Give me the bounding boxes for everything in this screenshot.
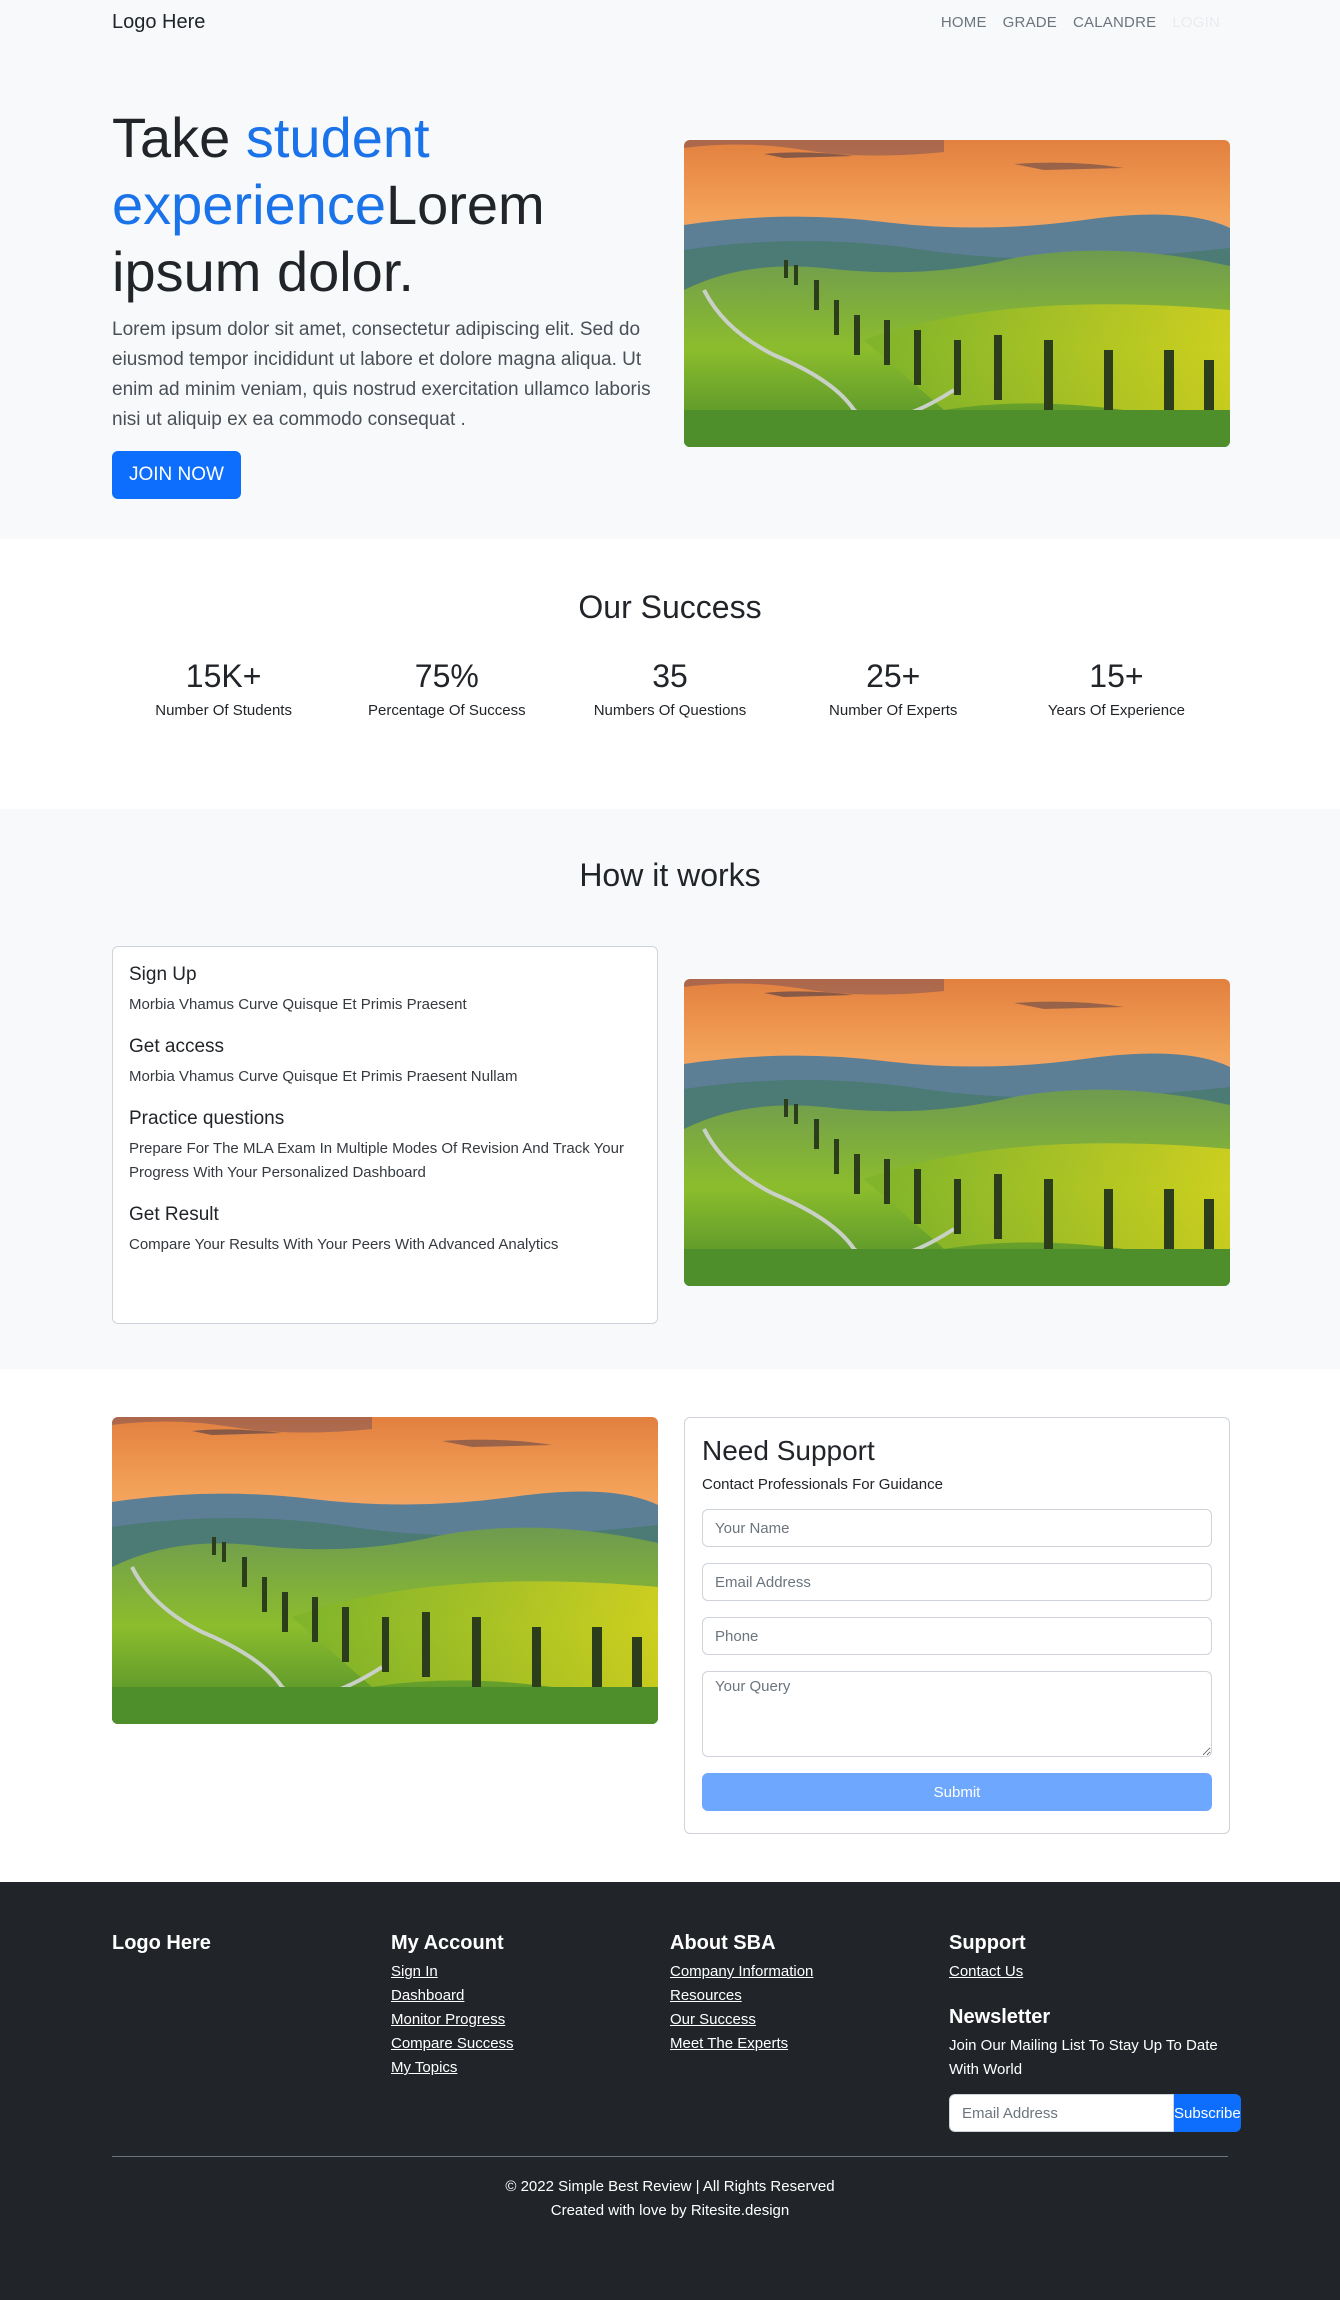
stat-value: 25+ bbox=[866, 658, 921, 694]
support-form: Need Support Contact Professionals For G… bbox=[684, 1417, 1230, 1834]
hero-text: Take student experienceLorem ipsum dolor… bbox=[112, 104, 656, 499]
stat-label: Number Of Experts bbox=[829, 702, 958, 719]
join-now-button[interactable]: JOIN NOW bbox=[112, 451, 241, 499]
footer-link-our-success[interactable]: Our Success bbox=[670, 2011, 756, 2028]
nav-link-grade[interactable]: GRADE bbox=[995, 14, 1065, 31]
stat-questions: 35 Numbers Of Questions bbox=[558, 656, 781, 719]
footer-link-dashboard[interactable]: Dashboard bbox=[391, 1987, 464, 2004]
stat-value: 15+ bbox=[1089, 658, 1144, 694]
footer-about-col: About SBA Company Information Resources … bbox=[670, 1930, 949, 2132]
query-field[interactable] bbox=[702, 1671, 1212, 1757]
footer-support-links: Contact Us bbox=[949, 1960, 1228, 1984]
footer-account-links: Sign In Dashboard Monitor Progress Compa… bbox=[391, 1960, 670, 2080]
landscape-photo bbox=[684, 979, 1230, 1286]
newsletter-email-input[interactable] bbox=[949, 2094, 1174, 2132]
footer-account-col: My Account Sign In Dashboard Monitor Pro… bbox=[391, 1930, 670, 2132]
footer-link-my-topics[interactable]: My Topics bbox=[391, 2059, 457, 2076]
stat-value: 15K+ bbox=[185, 658, 262, 694]
step-get-result: Get Result Compare Your Results With You… bbox=[129, 1203, 641, 1257]
footer-brand-col: Logo Here bbox=[112, 1930, 391, 2132]
footer-support-title: Support bbox=[949, 1932, 1026, 1954]
footer-link-meet-experts[interactable]: Meet The Experts bbox=[670, 2035, 788, 2052]
stat-years: 15+ Years Of Experience bbox=[1005, 656, 1228, 719]
support-subtitle: Contact Professionals For Guidance bbox=[702, 1476, 943, 1493]
copyright-text: © 2022 Simple Best Review | All Rights R… bbox=[505, 2178, 835, 2195]
credit-text: Created with love by Ritesite.design bbox=[550, 2202, 790, 2219]
step-desc: Compare Your Results With Your Peers Wit… bbox=[129, 1236, 559, 1253]
hero-image bbox=[684, 140, 1230, 447]
footer-divider bbox=[112, 2156, 1228, 2157]
step-title: Get access bbox=[129, 1036, 225, 1057]
stat-students: 15K+ Number Of Students bbox=[112, 656, 335, 719]
stat-label: Numbers Of Questions bbox=[593, 702, 747, 719]
stat-success-rate: 75% Percentage Of Success bbox=[335, 656, 558, 719]
how-title: How it works bbox=[579, 857, 761, 893]
nav-link-calandre[interactable]: CALANDRE bbox=[1065, 14, 1164, 31]
footer-logo: Logo Here bbox=[112, 1932, 211, 1954]
navbar: Logo Here HOME GRADE CALANDRE LOGIN bbox=[0, 0, 1340, 44]
step-title: Practice questions bbox=[129, 1108, 285, 1129]
footer-link-sign-in[interactable]: Sign In bbox=[391, 1963, 438, 1980]
how-it-works-section: How it works Sign Up Morbia Vhamus Curve… bbox=[0, 809, 1340, 1369]
footer-link-compare-success[interactable]: Compare Success bbox=[391, 2035, 514, 2052]
name-field[interactable] bbox=[702, 1509, 1212, 1547]
hero-title-pre: Take bbox=[112, 106, 246, 169]
hero-lead: Lorem ipsum dolor sit amet, consectetur … bbox=[112, 319, 651, 430]
landscape-photo bbox=[112, 1417, 658, 1724]
support-section: Need Support Contact Professionals For G… bbox=[0, 1369, 1340, 1882]
hero-title: Take student experienceLorem ipsum dolor… bbox=[112, 104, 656, 305]
step-desc: Morbia Vhamus Curve Quisque Et Primis Pr… bbox=[129, 996, 467, 1013]
step-title: Sign Up bbox=[129, 964, 197, 985]
footer-link-monitor-progress[interactable]: Monitor Progress bbox=[391, 2011, 505, 2028]
footer-link-contact-us[interactable]: Contact Us bbox=[949, 1963, 1023, 1980]
footer-about-links: Company Information Resources Our Succes… bbox=[670, 1960, 949, 2056]
stat-value: 75% bbox=[414, 658, 479, 694]
email-field[interactable] bbox=[702, 1563, 1212, 1601]
footer-about-title: About SBA bbox=[670, 1932, 776, 1954]
footer-link-resources[interactable]: Resources bbox=[670, 1987, 742, 2004]
support-image bbox=[112, 1417, 658, 1724]
nav-link-login[interactable]: LOGIN bbox=[1164, 14, 1228, 31]
stat-label: Number Of Students bbox=[155, 702, 292, 719]
step-get-access: Get access Morbia Vhamus Curve Quisque E… bbox=[129, 1035, 641, 1089]
copyright: © 2022 Simple Best Review | All Rights R… bbox=[112, 2175, 1228, 2223]
steps-card: Sign Up Morbia Vhamus Curve Quisque Et P… bbox=[112, 946, 658, 1324]
footer-columns: Logo Here My Account Sign In Dashboard M… bbox=[112, 1882, 1241, 2132]
support-title: Need Support bbox=[702, 1435, 875, 1466]
footer-support-col: Support Contact Us Newsletter Join Our M… bbox=[949, 1930, 1241, 2132]
stat-experts: 25+ Number Of Experts bbox=[782, 656, 1005, 719]
step-desc: Prepare For The MLA Exam In Multiple Mod… bbox=[129, 1140, 624, 1181]
submit-button[interactable]: Submit bbox=[702, 1773, 1212, 1811]
step-practice: Practice questions Prepare For The MLA E… bbox=[129, 1107, 641, 1185]
stat-label: Years Of Experience bbox=[1047, 702, 1185, 719]
step-title: Get Result bbox=[129, 1204, 219, 1225]
footer-link-company-info[interactable]: Company Information bbox=[670, 1963, 813, 1980]
nav-links: HOME GRADE CALANDRE LOGIN bbox=[933, 14, 1228, 31]
how-image bbox=[684, 979, 1230, 1286]
hero-section: Take student experienceLorem ipsum dolor… bbox=[0, 44, 1340, 539]
footer: Logo Here My Account Sign In Dashboard M… bbox=[0, 1882, 1340, 2300]
subscribe-group: Subscribe bbox=[949, 2094, 1241, 2132]
subscribe-button[interactable]: Subscribe bbox=[1174, 2094, 1241, 2132]
stat-value: 35 bbox=[652, 658, 688, 694]
step-desc: Morbia Vhamus Curve Quisque Et Primis Pr… bbox=[129, 1068, 518, 1085]
logo[interactable]: Logo Here bbox=[112, 11, 205, 34]
step-sign-up: Sign Up Morbia Vhamus Curve Quisque Et P… bbox=[129, 963, 641, 1017]
landscape-photo bbox=[684, 140, 1230, 447]
stat-label: Percentage Of Success bbox=[368, 702, 526, 719]
nav-link-home[interactable]: HOME bbox=[933, 14, 995, 31]
success-title: Our Success bbox=[578, 589, 762, 625]
success-section: Our Success 15K+ Number Of Students 75% … bbox=[0, 539, 1340, 809]
newsletter-title: Newsletter bbox=[949, 2006, 1051, 2028]
newsletter-text: Join Our Mailing List To Stay Up To Date… bbox=[949, 2037, 1218, 2078]
footer-account-title: My Account bbox=[391, 1932, 504, 1954]
stats-row: 15K+ Number Of Students 75% Percentage O… bbox=[112, 656, 1228, 719]
phone-field[interactable] bbox=[702, 1617, 1212, 1655]
